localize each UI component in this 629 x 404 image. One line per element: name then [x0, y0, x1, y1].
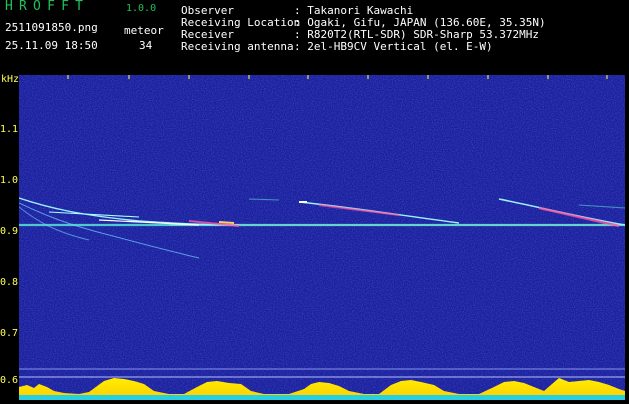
- spectrogram-svg: [18, 75, 626, 400]
- header-panel: HROFFT 1.0.0 2511091850.png 25.11.09 18:…: [0, 0, 629, 74]
- y-tick-label: 0.6: [0, 375, 19, 386]
- y-tick-label: 0.9: [0, 226, 19, 237]
- y-tick-label: 0.7: [0, 328, 19, 339]
- meteor-label: meteor: [124, 24, 164, 37]
- meteor-count: 34: [139, 39, 153, 52]
- file-name: 2511091850.png: [5, 21, 98, 34]
- bottom-cyan-band: [19, 395, 625, 400]
- meteor-core: [218, 221, 235, 224]
- y-tick-label: 0.8: [0, 277, 19, 288]
- app-version: 1.0.0: [126, 3, 157, 14]
- y-axis-unit: kHz: [1, 74, 20, 85]
- y-tick-label: 1.1: [0, 124, 19, 135]
- app-brand: HROFFT: [5, 0, 90, 14]
- antenna-label: Receiving antenna: [181, 40, 294, 53]
- y-tick-label: 1.0: [0, 175, 19, 186]
- noise-texture: [19, 75, 625, 400]
- spectrogram-waterfall: [18, 75, 626, 400]
- capture-datetime: 25.11.09 18:50: [5, 39, 98, 52]
- antenna-value: : 2el-HB9CV Vertical (el. E-W): [294, 40, 493, 53]
